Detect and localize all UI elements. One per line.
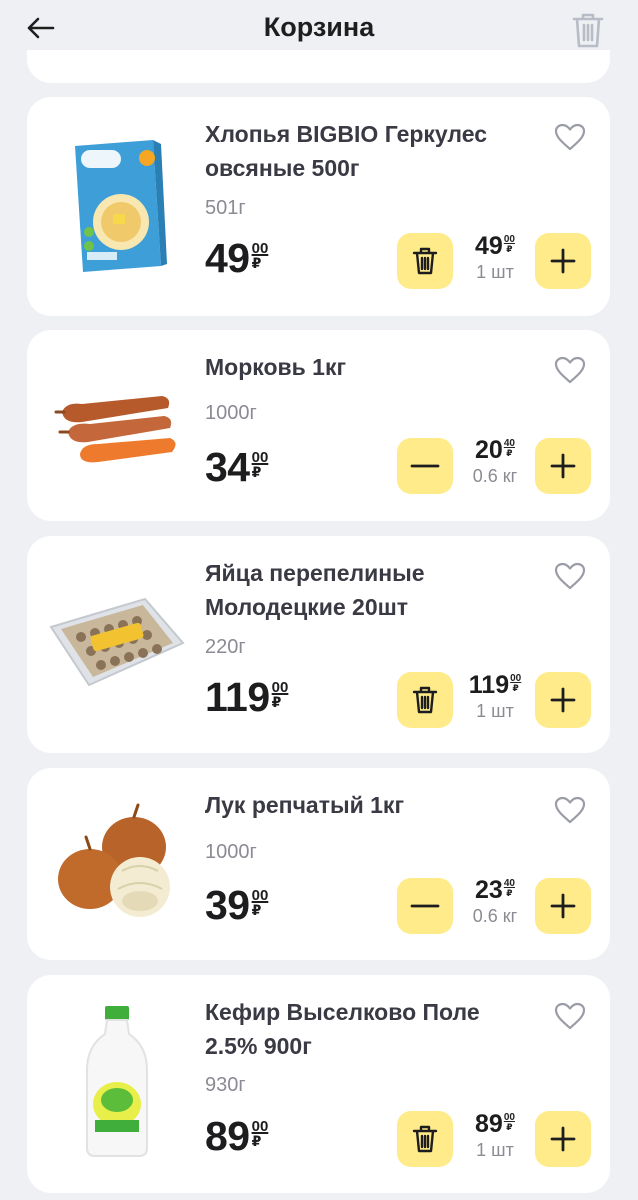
product-image-kefir	[47, 995, 187, 1165]
favorite-button[interactable]	[552, 999, 588, 1033]
favorite-button[interactable]	[552, 793, 588, 827]
plus-icon	[550, 1126, 576, 1152]
price-integer: 39	[205, 882, 250, 928]
product-name[interactable]: Лук репчатый 1кг	[205, 788, 525, 822]
quantity-amount: 1 шт	[476, 1140, 514, 1160]
minus-icon	[410, 464, 440, 468]
currency-symbol: ₽	[506, 448, 513, 458]
quantity-display: 23 40 ₽ 0.6 кг	[455, 878, 535, 927]
favorite-button[interactable]	[552, 120, 588, 154]
currency-symbol: ₽	[506, 1122, 513, 1132]
quantity-display: 49 00 ₽ 1 шт	[455, 234, 535, 283]
trash-icon	[412, 247, 438, 275]
favorite-button[interactable]	[552, 559, 588, 593]
product-name[interactable]: Яйца перепелиные Молодецкие 20шт	[205, 556, 525, 624]
total-price: 89 00 ₽	[205, 1116, 268, 1157]
minus-icon	[410, 904, 440, 908]
cart-item: Хлопья BIGBIO Геркулес овсяные 500г 501г…	[27, 97, 610, 316]
currency-symbol: ₽	[251, 255, 262, 271]
decrease-quantity-button[interactable]	[397, 438, 453, 494]
remove-item-button[interactable]	[397, 1111, 453, 1167]
price-integer: 89	[205, 1113, 250, 1159]
increase-quantity-button[interactable]	[535, 878, 591, 934]
page-title: Корзина	[263, 12, 375, 42]
heart-icon	[554, 562, 586, 590]
product-name[interactable]: Кефир Выселково Поле 2.5% 900г	[205, 995, 525, 1063]
heart-icon	[554, 123, 586, 151]
plus-icon	[550, 687, 576, 713]
increase-quantity-button[interactable]	[535, 233, 591, 289]
currency-symbol: ₽	[251, 1133, 262, 1149]
price-integer: 119	[205, 674, 270, 720]
product-weight: 930г	[205, 1074, 246, 1096]
price-integer: 49	[205, 235, 250, 281]
heart-icon	[554, 796, 586, 824]
product-image-quail-eggs	[47, 564, 187, 724]
total-price: 49 00 ₽	[205, 238, 268, 279]
product-weight: 220г	[205, 636, 246, 658]
trash-icon	[412, 1125, 438, 1153]
remove-item-button[interactable]	[397, 233, 453, 289]
product-image-carrots	[47, 352, 187, 502]
quantity-display: 89 00 ₽ 1 шт	[455, 1112, 535, 1161]
product-weight: 1000г	[205, 402, 257, 424]
price-fraction: 00	[251, 1118, 269, 1135]
price-fraction: 00	[251, 887, 269, 904]
price-fraction: 00	[251, 449, 269, 466]
previous-card-edge	[27, 50, 610, 83]
plus-icon	[550, 453, 576, 479]
product-image-oat-flakes	[47, 125, 187, 285]
total-price: 119 00 ₽	[205, 677, 288, 718]
cart-item: Яйца перепелиные Молодецкие 20шт 220г 11…	[27, 536, 610, 753]
quantity-amount: 1 шт	[476, 262, 514, 282]
cart-item: Морковь 1кг 1000г 34 00 ₽ 20 40 ₽ 0.6 кг	[27, 330, 610, 521]
unit-price-integer: 20	[475, 436, 503, 464]
currency-symbol: ₽	[271, 694, 282, 710]
trash-icon	[412, 686, 438, 714]
unit-price-integer: 89	[475, 1110, 503, 1138]
product-weight: 501г	[205, 197, 246, 219]
increase-quantity-button[interactable]	[535, 1111, 591, 1167]
total-price: 34 00 ₽	[205, 447, 268, 488]
product-name[interactable]: Морковь 1кг	[205, 350, 525, 384]
total-price: 39 00 ₽	[205, 885, 268, 926]
unit-price-integer: 23	[475, 876, 503, 904]
decrease-quantity-button[interactable]	[397, 878, 453, 934]
currency-symbol: ₽	[512, 683, 519, 693]
heart-icon	[554, 1002, 586, 1030]
clear-cart-button[interactable]	[568, 10, 608, 50]
increase-quantity-button[interactable]	[535, 672, 591, 728]
cart-item: Кефир Выселково Поле 2.5% 900г 930г 89 0…	[27, 975, 610, 1193]
currency-symbol: ₽	[506, 244, 513, 254]
product-image-onions	[47, 786, 187, 936]
quantity-amount: 1 шт	[476, 701, 514, 721]
heart-icon	[554, 356, 586, 384]
price-integer: 34	[205, 444, 250, 490]
plus-icon	[550, 893, 576, 919]
favorite-button[interactable]	[552, 353, 588, 387]
quantity-amount: 0.6 кг	[472, 906, 518, 926]
currency-symbol: ₽	[251, 902, 262, 918]
trash-icon	[572, 13, 604, 48]
plus-icon	[550, 248, 576, 274]
quantity-display: 119 00 ₽ 1 шт	[455, 673, 535, 722]
product-name[interactable]: Хлопья BIGBIO Геркулес овсяные 500г	[205, 117, 525, 185]
currency-symbol: ₽	[251, 464, 262, 480]
remove-item-button[interactable]	[397, 672, 453, 728]
price-fraction: 00	[251, 240, 269, 257]
currency-symbol: ₽	[506, 888, 513, 898]
product-weight: 1000г	[205, 841, 257, 863]
unit-price-integer: 119	[468, 671, 510, 699]
unit-price-integer: 49	[475, 232, 503, 260]
increase-quantity-button[interactable]	[535, 438, 591, 494]
cart-item: Лук репчатый 1кг 1000г 39 00 ₽ 23 40 ₽ 0.6…	[27, 768, 610, 960]
price-fraction: 00	[271, 679, 289, 696]
quantity-display: 20 40 ₽ 0.6 кг	[455, 438, 535, 487]
quantity-amount: 0.6 кг	[472, 466, 518, 486]
